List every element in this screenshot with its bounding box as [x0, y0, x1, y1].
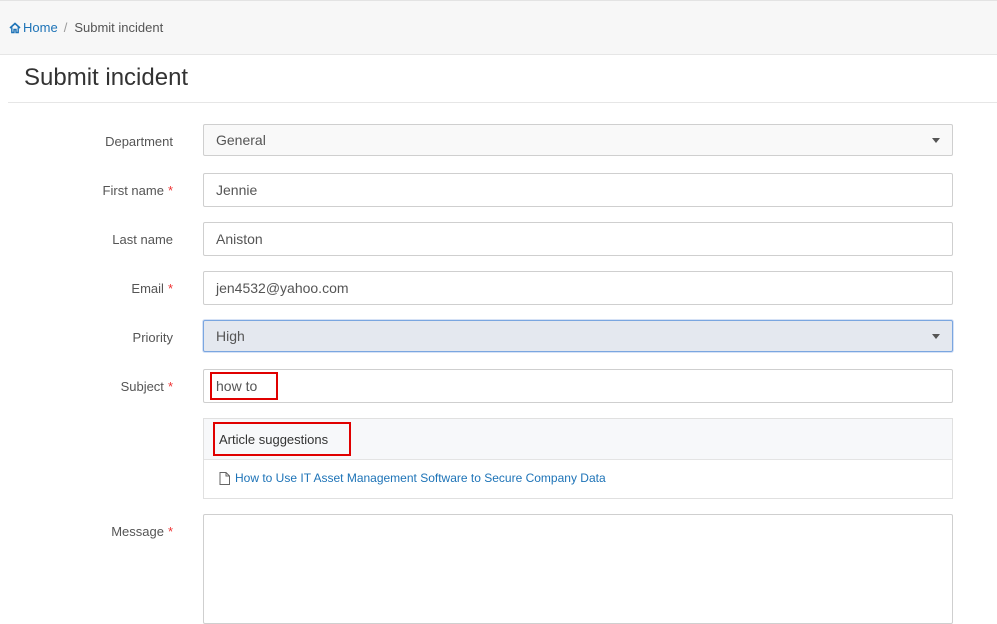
subject-value: how to	[216, 378, 258, 394]
subject-highlight-box	[210, 372, 278, 400]
priority-value: High	[216, 328, 245, 344]
department-select[interactable]: General	[203, 124, 953, 156]
caret-down-icon	[932, 334, 940, 339]
required-mark: *	[167, 183, 173, 198]
priority-label-text: Priority	[132, 330, 173, 345]
message-label: Message *	[111, 524, 173, 539]
email-input[interactable]: jen4532@yahoo.com	[203, 271, 953, 305]
department-label: Department	[105, 134, 173, 149]
home-icon[interactable]	[9, 21, 21, 34]
department-label-text: Department	[105, 134, 173, 149]
breadcrumb-bar: Home / Submit incident	[0, 1, 997, 55]
first-name-input[interactable]: Jennie	[203, 173, 953, 207]
subject-label: Subject *	[121, 379, 173, 394]
last-name-label: Last name	[112, 232, 173, 247]
required-mark: *	[167, 281, 173, 296]
breadcrumb-separator: /	[63, 20, 68, 35]
suggestions-highlight-box	[213, 422, 351, 456]
required-mark: *	[167, 379, 173, 394]
message-label-text: Message	[111, 524, 164, 539]
breadcrumb-current: Submit incident	[74, 20, 164, 35]
subject-label-text: Subject	[120, 379, 164, 394]
last-name-label-text: Last name	[112, 232, 173, 247]
article-suggestion-item[interactable]: How to Use IT Asset Management Software …	[219, 471, 606, 485]
required-mark: *	[167, 524, 173, 539]
breadcrumb: Home / Submit incident	[9, 20, 163, 35]
department-value: General	[216, 132, 266, 148]
email-label: Email *	[131, 281, 173, 296]
first-name-label-text: First name	[102, 183, 164, 198]
last-name-value: Aniston	[216, 231, 263, 247]
first-name-value: Jennie	[216, 182, 258, 198]
breadcrumb-home-link[interactable]: Home	[23, 20, 58, 35]
title-divider	[8, 102, 997, 103]
article-link[interactable]: How to Use IT Asset Management Software …	[235, 471, 606, 485]
email-label-text: Email	[131, 281, 164, 296]
priority-select[interactable]: High	[203, 320, 953, 352]
message-textarea[interactable]	[203, 514, 953, 624]
priority-label: Priority	[133, 330, 173, 345]
first-name-label: First name *	[103, 183, 173, 198]
page-title: Submit incident	[24, 64, 189, 91]
last-name-input[interactable]: Aniston	[203, 222, 953, 256]
subject-input[interactable]: how to	[203, 369, 953, 403]
caret-down-icon	[932, 138, 940, 143]
document-icon	[219, 471, 230, 485]
email-value: jen4532@yahoo.com	[216, 280, 349, 296]
